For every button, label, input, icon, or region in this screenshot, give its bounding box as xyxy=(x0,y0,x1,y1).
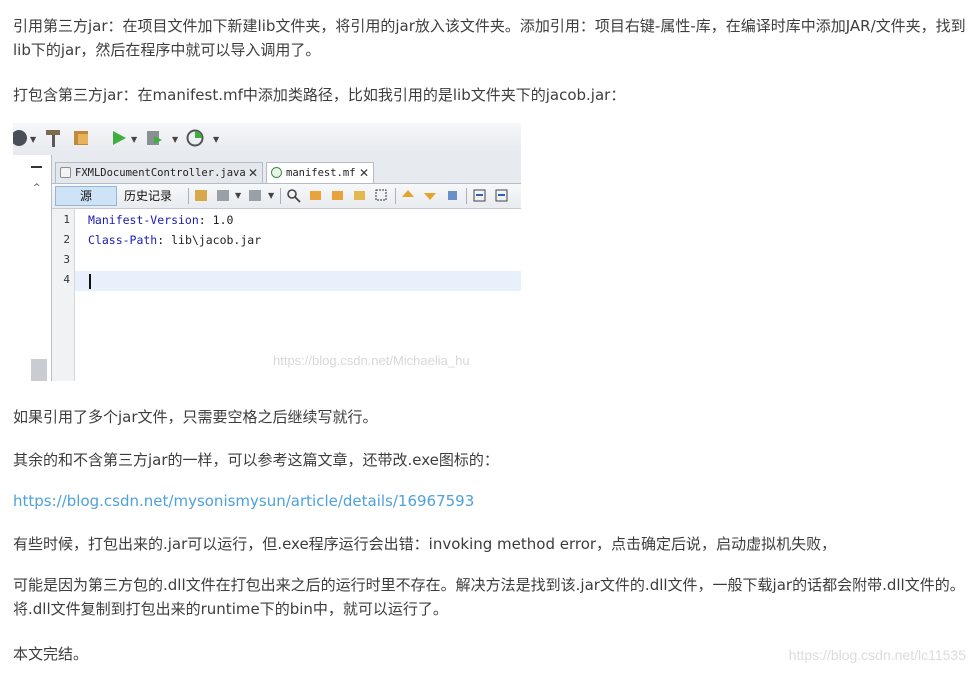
image-watermark: https://blog.csdn.net/Michaelia_hu xyxy=(273,353,470,368)
line-number: 4 xyxy=(63,273,70,286)
paragraph-multiple-jars: 如果引用了多个jar文件，只需要空格之后继续写就行。 xyxy=(13,408,378,426)
source-view-button[interactable]: 源 xyxy=(55,186,117,206)
paragraph-third-party-jar-reference: 引用第三方jar：在项目文件加下新建lib文件夹，将引用的jar放入该文件夹。添… xyxy=(13,17,966,59)
manifest-separator: : xyxy=(157,233,172,247)
chevron-up-icon[interactable]: ^ xyxy=(33,183,41,193)
projects-panel: ^ xyxy=(13,155,52,381)
manifest-key: Class-Path xyxy=(88,233,158,247)
find-icon[interactable] xyxy=(286,188,301,203)
ide-main-toolbar: ▼ ▼ ▼ ▼ xyxy=(13,123,521,156)
dropdown-arrow-icon[interactable]: ▼ xyxy=(131,135,137,144)
dropdown-arrow-icon[interactable]: ▼ xyxy=(268,191,274,200)
debug-icon[interactable] xyxy=(144,128,164,148)
tab-fxml-document-controller[interactable]: FXMLDocumentController.java ✕ xyxy=(55,162,263,183)
ide-screenshot: ▼ ▼ ▼ ▼ ^ FXMLDocumentController.java ✕ … xyxy=(13,123,521,381)
page-watermark: https://blog.csdn.net/lc11535 xyxy=(788,647,966,663)
paragraph-dll-solution: 可能是因为第三方包的.dll文件在打包出来之后的运行时里不存在。解决方法是找到该… xyxy=(13,576,965,618)
shift-left-icon[interactable] xyxy=(472,188,487,203)
previous-bookmark-icon[interactable] xyxy=(401,188,416,203)
paragraph-exe-error: 有些时候，打包出来的.jar可以运行，但.exe程序运行会出错：invoking… xyxy=(13,535,837,553)
dropdown-arrow-icon[interactable]: ▼ xyxy=(172,135,178,144)
manifest-key: Manifest-Version xyxy=(88,213,199,227)
code-line-manifest-version[interactable]: Manifest-Version: 1.0 xyxy=(88,213,233,227)
paragraph-manifest-classpath: 打包含第三方jar：在manifest.mf中添加类路径，比如我引用的是lib文… xyxy=(13,86,626,104)
line-number-gutter: 1 2 3 4 xyxy=(52,209,75,381)
editor-tabs: FXMLDocumentController.java ✕ manifest.m… xyxy=(52,155,521,184)
dropdown-arrow-icon[interactable]: ▼ xyxy=(213,135,219,144)
shift-right-icon[interactable] xyxy=(494,188,509,203)
line-number: 1 xyxy=(63,213,70,226)
toolbar-separator xyxy=(188,188,189,204)
toolbar-separator xyxy=(280,188,281,204)
current-line-highlight xyxy=(75,271,521,291)
paragraph-link: https://blog.csdn.net/mysonismysun/artic… xyxy=(13,489,973,513)
back-icon[interactable] xyxy=(216,188,231,203)
forward-icon[interactable] xyxy=(248,188,263,203)
close-icon[interactable]: ✕ xyxy=(248,163,258,183)
editor-toolbar: 源 历史记录 ▼ ▼ xyxy=(52,184,521,209)
manifest-file-icon xyxy=(271,167,282,178)
history-view-button[interactable]: 历史记录 xyxy=(124,187,172,205)
paragraph-reference-article: 其余的和不含第三方jar的一样，可以参考这篇文章，还带改.exe图标的： xyxy=(13,451,499,469)
toolbar-separator xyxy=(466,188,467,204)
manifest-value: lib\jacob.jar xyxy=(171,233,262,247)
toggle-highlight-icon[interactable] xyxy=(352,188,367,203)
toggle-rectangular-selection-icon[interactable] xyxy=(374,188,389,203)
reference-article-link[interactable]: https://blog.csdn.net/mysonismysun/artic… xyxy=(13,492,474,510)
toggle-bookmark-icon[interactable] xyxy=(445,188,460,203)
panel-scrollbar[interactable] xyxy=(31,359,47,381)
run-icon[interactable] xyxy=(109,128,129,148)
minimize-icon[interactable] xyxy=(31,166,42,168)
dropdown-arrow-icon[interactable]: ▼ xyxy=(30,135,36,144)
text-caret xyxy=(89,274,91,289)
tab-label: FXMLDocumentController.java xyxy=(75,167,246,179)
dropdown-arrow-icon[interactable]: ▼ xyxy=(235,191,241,200)
tab-manifest[interactable]: manifest.mf ✕ xyxy=(266,162,374,183)
tab-label: manifest.mf xyxy=(286,167,356,179)
hammer-icon[interactable] xyxy=(43,128,63,148)
java-file-icon xyxy=(60,167,71,178)
globe-icon[interactable] xyxy=(13,128,29,148)
code-line-class-path[interactable]: Class-Path: lib\jacob.jar xyxy=(88,233,261,247)
manifest-separator: : xyxy=(198,213,213,227)
line-number: 2 xyxy=(63,233,70,246)
line-number: 3 xyxy=(63,253,70,266)
clean-build-icon[interactable] xyxy=(72,128,92,148)
close-icon[interactable]: ✕ xyxy=(359,163,369,183)
toolbar-separator xyxy=(395,188,396,204)
manifest-value: 1.0 xyxy=(212,213,234,227)
next-bookmark-icon[interactable] xyxy=(423,188,438,203)
find-next-icon[interactable] xyxy=(330,188,345,203)
find-previous-icon[interactable] xyxy=(308,188,323,203)
last-edit-icon[interactable] xyxy=(194,188,209,203)
profile-icon[interactable] xyxy=(185,128,205,148)
